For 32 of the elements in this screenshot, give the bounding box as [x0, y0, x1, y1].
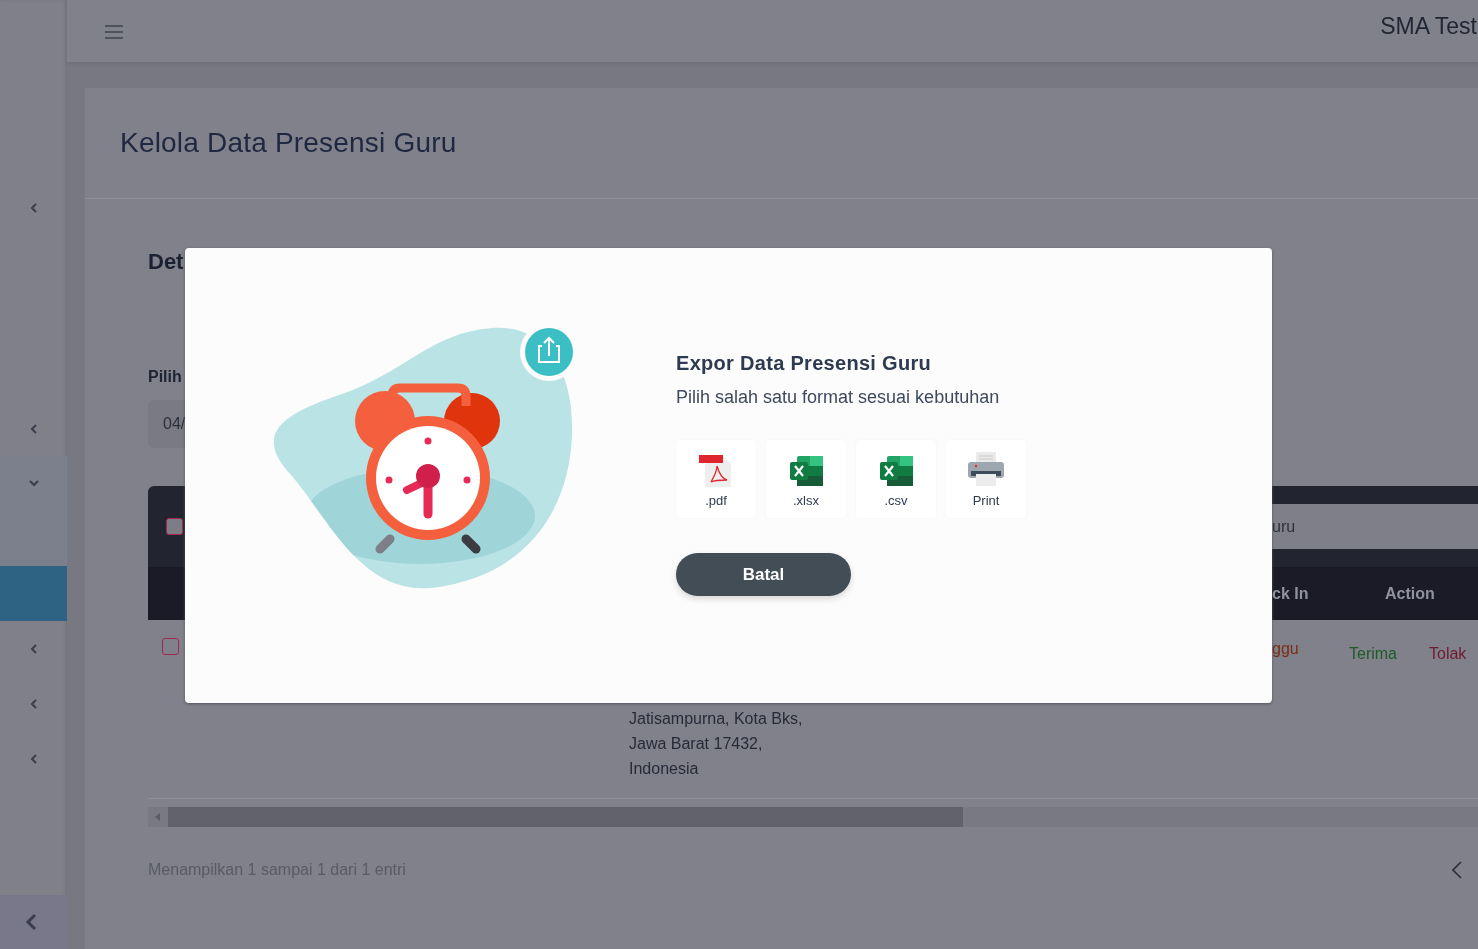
column-header: ck In — [1272, 584, 1310, 603]
select-all-checkbox[interactable] — [166, 518, 183, 535]
chevron-down-icon[interactable] — [28, 480, 39, 487]
address-text: Jatisampurna, Kota Bks, Jawa Barat 17432, Indonesia — [629, 709, 804, 779]
chevron-left-icon[interactable] — [30, 202, 37, 213]
chevron-left-icon[interactable] — [30, 698, 37, 709]
pdf-file-icon — [699, 455, 733, 487]
spreadsheet-icon — [879, 455, 913, 487]
filter-label: Pilih — [148, 367, 183, 387]
previous-page-button[interactable] — [1452, 861, 1462, 879]
dialog-title: Expor Data Presensi Guru — [676, 352, 933, 375]
column-header: Action — [1385, 584, 1435, 603]
menu-icon[interactable] — [105, 24, 123, 40]
search-field[interactable]: uru — [1272, 504, 1478, 549]
row-checkbox[interactable] — [162, 638, 179, 655]
status-text: ggu — [1272, 640, 1300, 658]
export-option[interactable]: Print — [946, 440, 1026, 518]
brand-name: SMA Test — [1380, 12, 1478, 40]
export-option[interactable]: .pdf — [676, 440, 756, 518]
dialog-subtitle: Pilih salah satu format sesuai kebutuhan — [676, 387, 1001, 408]
export-option[interactable]: .xlsx — [766, 440, 846, 518]
chevron-left-icon — [24, 913, 37, 931]
horizontal-scrollbar[interactable] — [148, 807, 1478, 827]
spreadsheet-icon — [789, 455, 823, 487]
section-heading: Det — [148, 248, 185, 276]
chevron-left-icon[interactable] — [30, 423, 37, 434]
chevron-left-icon[interactable] — [30, 753, 37, 764]
export-option[interactable]: .csv — [856, 440, 936, 518]
page-title: Kelola Data Presensi Guru — [120, 127, 457, 159]
cancel-button[interactable]: Batal — [676, 553, 851, 596]
chevron-left-icon[interactable] — [30, 643, 37, 654]
printer-icon — [967, 451, 1005, 487]
